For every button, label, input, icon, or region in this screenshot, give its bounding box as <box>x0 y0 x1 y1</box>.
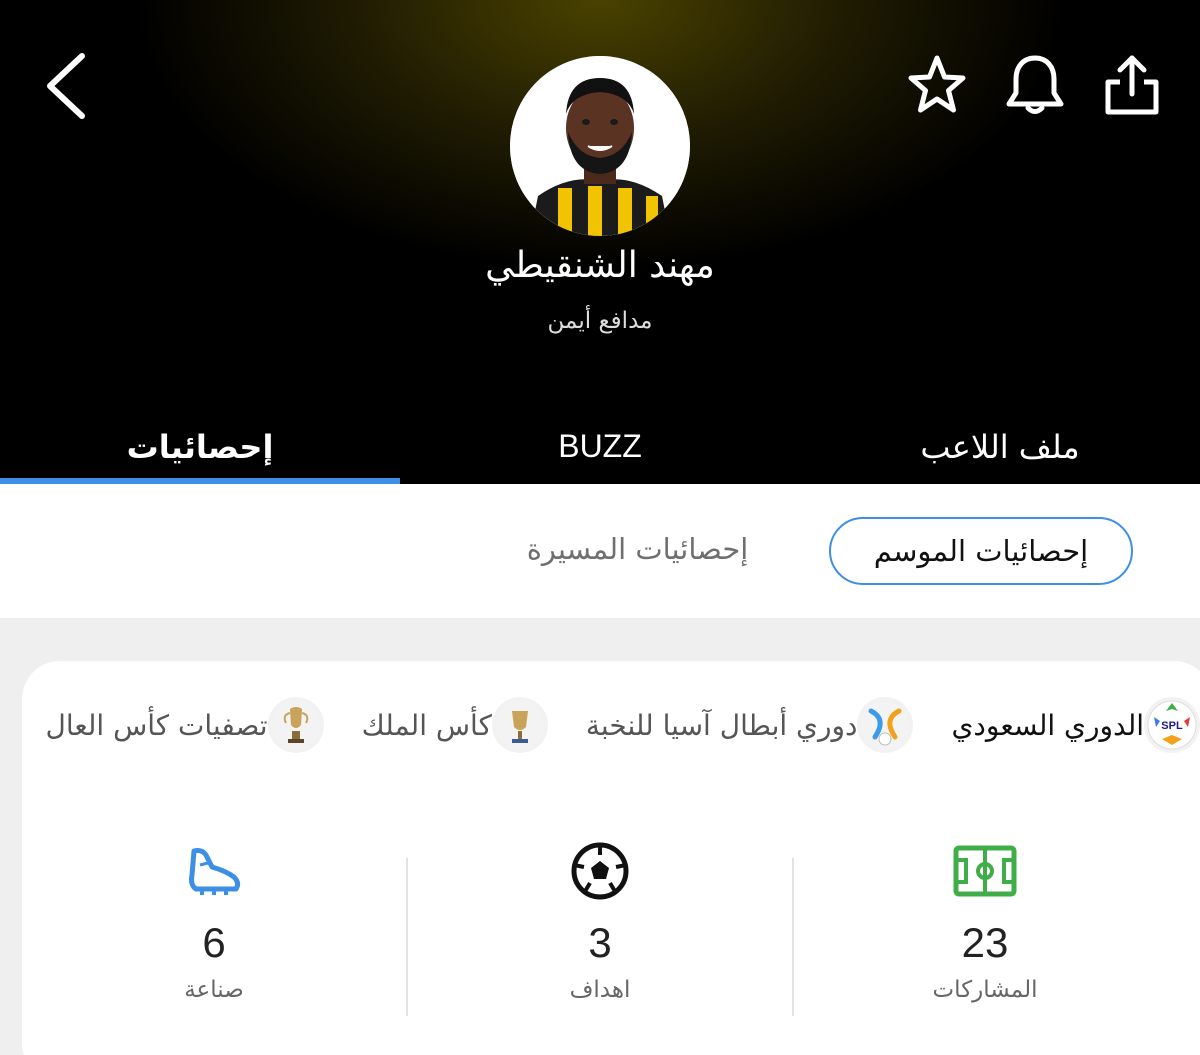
competition-item-world-cup-qualifiers[interactable]: تصفيات كأس العال <box>33 697 324 753</box>
star-icon <box>908 55 966 113</box>
stat-assists: 6 صناعة <box>24 841 404 1003</box>
competition-label: كأس الملك <box>361 708 492 742</box>
stat-value: 23 <box>961 919 1009 966</box>
back-button[interactable] <box>38 50 98 120</box>
stat-divider <box>406 858 408 1016</box>
bell-icon <box>1006 55 1064 114</box>
kings-cup-icon <box>491 697 548 753</box>
chevron-left-icon <box>47 53 85 119</box>
svg-text:SPL: SPL <box>1161 720 1183 732</box>
player-name: مهند الشنقيطي <box>485 245 715 286</box>
stat-appearances: 23 المشاركات <box>795 841 1175 1003</box>
tab-player-profile[interactable]: ملف اللاعب <box>800 428 1200 466</box>
season-stats-toggle[interactable]: إحصائيات الموسم <box>829 517 1133 585</box>
competition-selector[interactable]: الدوري السعودي SPL دوري أبطال آسيا للنخب… <box>22 693 1200 757</box>
boot-icon <box>189 848 241 895</box>
ball-icon <box>571 842 629 900</box>
pitch-icon <box>953 845 1017 897</box>
player-photo <box>510 56 690 236</box>
stat-label: اهداف <box>569 977 631 1003</box>
tab-stats[interactable]: إحصائيات <box>0 428 400 466</box>
spl-logo-icon: SPL <box>1144 697 1200 753</box>
competition-item-afc-elite[interactable]: دوري أبطال آسيا للنخبة <box>574 697 914 753</box>
tab-buzz[interactable]: BUZZ <box>400 428 800 465</box>
trophy-icon <box>267 697 324 753</box>
share-icon <box>1105 55 1159 115</box>
notifications-button[interactable] <box>1003 52 1067 118</box>
stats-card: الدوري السعودي SPL دوري أبطال آسيا للنخب… <box>22 661 1200 1055</box>
stats-mode-bar: إحصائيات الموسم إحصائيات المسيرة <box>0 484 1200 618</box>
stat-label: صناعة <box>184 977 244 1003</box>
career-stats-toggle[interactable]: إحصائيات المسيرة <box>500 517 775 585</box>
stat-label: المشاركات <box>932 977 1038 1003</box>
stat-divider <box>792 858 794 1016</box>
stat-goals: 3 اهداف <box>410 841 790 1003</box>
stat-value: 3 <box>588 919 612 966</box>
stat-value: 6 <box>202 919 226 966</box>
player-header: مهند الشنقيطي مدافع أيمن إحصائيات BUZZ م… <box>0 0 1200 484</box>
afc-logo-icon <box>857 697 914 753</box>
player-position: مدافع أيمن <box>547 308 653 334</box>
player-avatar <box>510 56 690 236</box>
competition-label: الدوري السعودي <box>951 708 1144 742</box>
competition-label: دوري أبطال آسيا للنخبة <box>585 708 858 742</box>
competition-item-kings-cup[interactable]: كأس الملك <box>350 697 548 753</box>
competition-label: تصفيات كأس العال <box>45 708 268 742</box>
share-button[interactable] <box>1100 52 1164 118</box>
favorite-button[interactable] <box>905 52 969 118</box>
competition-item-saudi-league[interactable]: الدوري السعودي SPL <box>939 697 1200 753</box>
